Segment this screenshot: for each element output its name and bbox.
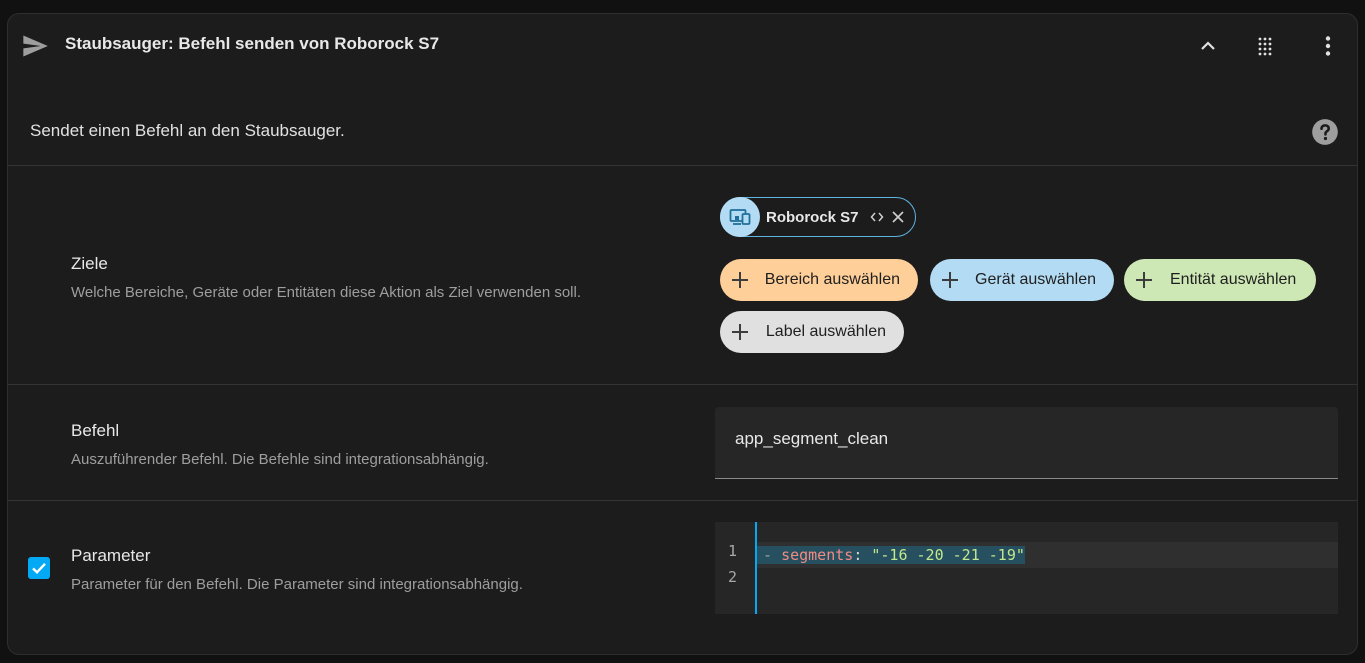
add-entity-label: Entität auswählen bbox=[1170, 271, 1297, 288]
device-avatar bbox=[720, 197, 760, 237]
card-header[interactable]: Staubsauger: Befehl senden von Roborock … bbox=[8, 14, 1357, 78]
code-colon: : bbox=[853, 546, 872, 564]
code-key: segments bbox=[781, 546, 854, 564]
plus-icon bbox=[732, 324, 748, 340]
ziele-label: Ziele bbox=[71, 254, 108, 273]
code-dash: - bbox=[763, 546, 782, 564]
drag-grid-icon bbox=[1258, 37, 1272, 56]
action-description: Sendet einen Befehl an den Staubsauger. bbox=[30, 121, 345, 140]
code-line[interactable]: - segments: "-16 -20 -21 -19" bbox=[757, 542, 1338, 568]
add-area-label: Bereich auswählen bbox=[764, 271, 900, 288]
code-selection: - segments: "-16 -20 -21 -19" bbox=[757, 546, 1025, 564]
divider bbox=[8, 500, 1357, 501]
parameter-checkbox[interactable] bbox=[28, 557, 50, 579]
target-chip-device[interactable]: Roborock S7 bbox=[720, 197, 916, 237]
code-brackets-icon bbox=[870, 212, 884, 222]
add-entity-button[interactable]: Entität auswählen bbox=[1124, 259, 1316, 301]
expand-target-button[interactable] bbox=[869, 209, 885, 225]
action-card: Staubsauger: Befehl senden von Roborock … bbox=[7, 13, 1358, 655]
add-device-label: Gerät auswählen bbox=[975, 271, 1096, 288]
ziele-description: Welche Bereiche, Geräte oder Entitäten d… bbox=[71, 284, 581, 301]
card-title: Staubsauger: Befehl senden von Roborock … bbox=[65, 34, 440, 53]
befehl-description: Auszuführender Befehl. Die Befehle sind … bbox=[71, 451, 489, 468]
line-number: 2 bbox=[727, 568, 737, 586]
check-icon bbox=[32, 562, 46, 575]
close-icon bbox=[891, 211, 904, 223]
befehl-label: Befehl bbox=[71, 421, 120, 440]
divider bbox=[8, 165, 1357, 166]
add-device-button[interactable]: Gerät auswählen bbox=[930, 259, 1114, 301]
dots-vertical-icon bbox=[1325, 36, 1331, 56]
code-value: "-16 -20 -21 -19" bbox=[871, 546, 1025, 564]
add-label-button[interactable]: Label auswählen bbox=[720, 311, 904, 353]
plus-icon bbox=[732, 272, 748, 288]
parameter-code-editor[interactable]: 1 2 - segments: "-16 -20 -21 -19" bbox=[715, 522, 1338, 614]
target-chip-label: Roborock S7 bbox=[766, 208, 859, 226]
parameter-label: Parameter bbox=[71, 546, 151, 565]
add-area-button[interactable]: Bereich auswählen bbox=[720, 259, 918, 301]
add-label-label: Label auswählen bbox=[765, 323, 886, 340]
plus-icon bbox=[1136, 272, 1152, 288]
parameter-description: Parameter für den Befehl. Die Parameter … bbox=[71, 576, 523, 593]
line-number: 1 bbox=[727, 542, 737, 560]
more-options-button[interactable] bbox=[1312, 30, 1344, 62]
divider bbox=[8, 384, 1357, 385]
befehl-input[interactable] bbox=[735, 429, 1315, 449]
line-number-gutter: 1 2 bbox=[715, 522, 757, 614]
send-icon bbox=[23, 35, 48, 57]
remove-target-button[interactable] bbox=[891, 210, 905, 224]
help-icon[interactable] bbox=[1311, 118, 1339, 146]
chevron-up-icon bbox=[1201, 41, 1215, 50]
devices-icon bbox=[729, 209, 751, 225]
drag-handle[interactable] bbox=[1249, 30, 1281, 62]
plus-icon bbox=[942, 272, 959, 288]
befehl-field[interactable] bbox=[715, 407, 1338, 479]
collapse-button[interactable] bbox=[1192, 30, 1224, 62]
